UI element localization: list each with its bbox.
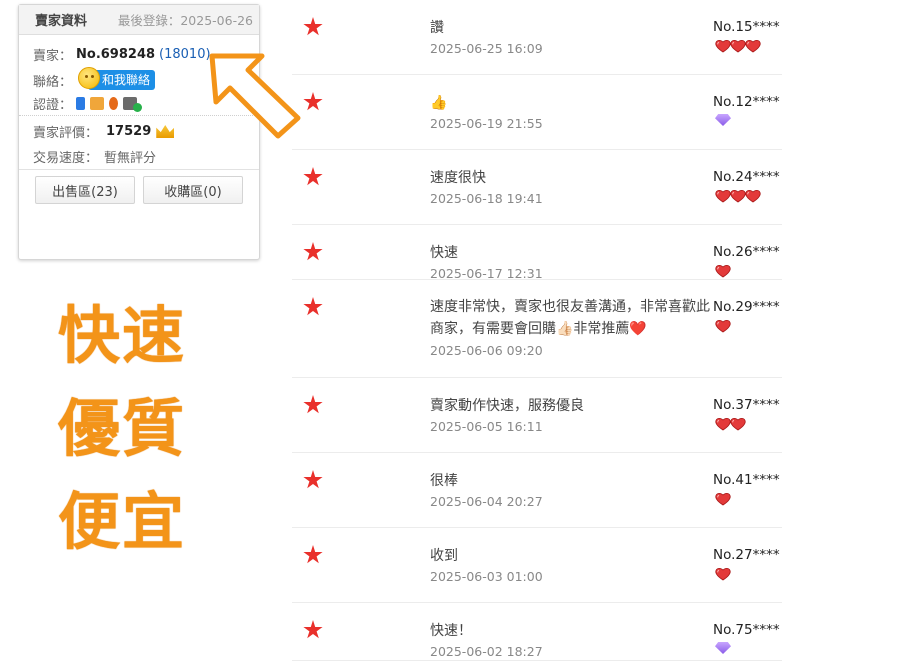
review-date: 2025-06-06 09:20 — [430, 343, 543, 358]
review-date: 2025-06-17 12:31 — [430, 266, 543, 281]
reviewer-badges — [715, 567, 731, 581]
seller-count-link[interactable]: (18010) — [159, 47, 211, 62]
review-text: 很棒 — [430, 473, 458, 489]
heart-icon — [730, 189, 746, 203]
promo-line-2: 優質 — [58, 392, 187, 465]
red-star-icon — [303, 297, 323, 316]
red-star-icon — [303, 395, 323, 414]
review-date: 2025-06-25 16:09 — [430, 41, 543, 56]
heart-icon — [745, 39, 761, 53]
smiley-icon — [78, 67, 101, 89]
seller-card-header: 賣家資料 最後登錄：2025-06-26 — [19, 5, 259, 35]
heart-icon — [715, 39, 731, 53]
review-row: 速度非常快，賣家也很友善溝通，非常喜歡此商家，有需要會回購👍🏻非常推薦❤️ 202… — [292, 280, 782, 378]
telephone-cert-icon — [90, 97, 105, 110]
review-row: 收到 2025-06-03 01:00 No.27**** — [292, 528, 782, 603]
contact-label: 聯絡： — [33, 74, 73, 90]
contact-me-button[interactable]: 和我聯絡 — [78, 67, 156, 90]
heart-icon — [715, 492, 731, 506]
reviewer-id: No.15**** — [713, 19, 780, 35]
reviewer-badges — [715, 642, 731, 654]
review-date: 2025-06-03 01:00 — [430, 569, 543, 584]
promo-line-1: 快速 — [58, 299, 187, 372]
speed-label: 交易速度： — [33, 151, 99, 166]
crown-icon — [156, 125, 175, 138]
review-row: 賣家動作快速，服務優良 2025-06-05 16:11 No.37**** — [292, 378, 782, 453]
review-text: 速度非常快，賣家也很友善溝通，非常喜歡此商家，有需要會回購👍🏻非常推薦❤️ — [430, 299, 710, 337]
review-row: 速度很快 2025-06-18 19:41 No.24**** — [292, 150, 782, 225]
reviewer-id: No.29**** — [713, 299, 780, 315]
reviewer-id: No.37**** — [713, 397, 780, 413]
red-star-icon — [303, 545, 323, 564]
heart-icon — [715, 264, 731, 278]
seller-row: 賣家： No.698248 (18010) — [33, 45, 211, 64]
review-text: 賣家動作快速，服務優良 — [430, 398, 584, 414]
diamond-icon — [715, 642, 731, 654]
review-text: 快速 — [430, 245, 458, 261]
review-row: 快速！ 2025-06-02 18:27 No.75**** — [292, 603, 782, 661]
seller-id: No.698248 — [76, 47, 156, 62]
reviewer-badges — [715, 492, 731, 506]
rating-label: 賣家評價： — [33, 126, 99, 141]
review-text: 收到 — [430, 548, 458, 564]
red-star-icon — [303, 620, 323, 639]
heart-icon — [715, 417, 731, 431]
red-star-icon — [303, 17, 323, 36]
review-row: 讚 2025-06-25 16:09 No.15**** — [292, 0, 782, 75]
reviewer-badges — [715, 189, 761, 203]
medal-cert-icon — [109, 97, 119, 110]
seller-label: 賣家： — [33, 49, 73, 64]
review-text: 讚 — [430, 20, 444, 36]
rating-row: 賣家評價： 17529 — [33, 122, 175, 141]
reviewer-id: No.12**** — [713, 94, 780, 110]
review-date: 2025-06-18 19:41 — [430, 191, 543, 206]
diamond-icon — [715, 114, 731, 126]
heart-icon — [730, 417, 746, 431]
speed-row: 交易速度： 暫無評分 — [33, 147, 156, 166]
reviewer-id: No.75**** — [713, 622, 780, 638]
speed-value: 暫無評分 — [104, 151, 157, 166]
review-row: 很棒 2025-06-04 20:27 No.41**** — [292, 453, 782, 528]
review-text: 👍 — [430, 95, 448, 111]
seller-card-title: 賣家資料 — [35, 14, 88, 29]
id-card-cert-icon — [123, 97, 143, 112]
review-row: 👍 2025-06-19 21:55 No.12**** — [292, 75, 782, 150]
review-date: 2025-06-02 18:27 — [430, 644, 543, 659]
cert-label: 認證： — [33, 98, 73, 113]
reviewer-badges — [715, 264, 731, 278]
review-date: 2025-06-05 16:11 — [430, 419, 543, 434]
contact-row: 聯絡： 和我聯絡 — [33, 67, 156, 90]
sell-area-button[interactable]: 出售區(23) — [35, 176, 135, 204]
reviewer-badges — [715, 39, 761, 53]
heart-icon — [745, 189, 761, 203]
reviewer-id: No.41**** — [713, 472, 780, 488]
review-text: 速度很快 — [430, 170, 486, 186]
red-star-icon — [303, 470, 323, 489]
promo-line-3: 便宜 — [58, 485, 187, 558]
reviewer-id: No.24**** — [713, 169, 780, 185]
heart-icon — [715, 189, 731, 203]
last-login: 最後登錄：2025-06-26 — [117, 13, 253, 28]
cert-row: 認證： — [33, 94, 143, 113]
reviewer-badges — [715, 417, 746, 431]
review-row: 快速 2025-06-17 12:31 No.26**** — [292, 225, 782, 281]
reviewer-badges — [715, 319, 731, 333]
review-date: 2025-06-04 20:27 — [430, 494, 543, 509]
heart-icon — [715, 319, 731, 333]
red-star-icon — [303, 92, 323, 111]
phone-cert-icon — [76, 97, 86, 110]
review-date: 2025-06-19 21:55 — [430, 116, 543, 131]
orange-arrow-annotation — [209, 53, 301, 139]
buy-area-button[interactable]: 收購區(0) — [143, 176, 243, 204]
reviewer-id: No.27**** — [713, 547, 780, 563]
card-divider-2 — [19, 169, 259, 170]
reviewer-id: No.26**** — [713, 244, 780, 260]
red-star-icon — [303, 242, 323, 261]
red-star-icon — [303, 167, 323, 186]
heart-icon — [715, 567, 731, 581]
heart-icon — [730, 39, 746, 53]
review-text: 快速！ — [430, 623, 472, 639]
reviewer-badges — [715, 114, 731, 126]
rating-value: 17529 — [106, 124, 152, 139]
